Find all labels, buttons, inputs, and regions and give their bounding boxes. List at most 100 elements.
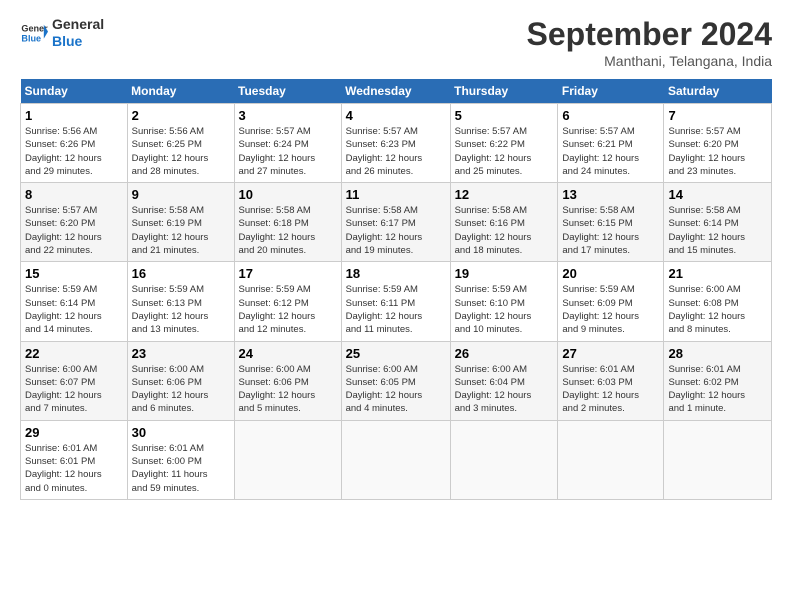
calendar-day: 21 Sunrise: 6:00 AMSunset: 6:08 PMDayligh… (664, 262, 772, 341)
calendar-day: 20Sunrise: 5:59 AMSunset: 6:09 PMDayligh… (558, 262, 664, 341)
day-info: Sunrise: 5:57 AMSunset: 6:23 PMDaylight:… (346, 125, 446, 178)
day-number: 11 (346, 187, 446, 202)
title-block: September 2024 Manthani, Telangana, Indi… (527, 16, 772, 69)
header-friday: Friday (558, 79, 664, 104)
day-number: 21 (668, 266, 767, 281)
logo: General Blue General Blue (20, 16, 104, 50)
day-number: 17 (239, 266, 337, 281)
day-info: Sunrise: 6:00 AMSunset: 6:06 PMDaylight:… (239, 363, 337, 416)
day-number: 8 (25, 187, 123, 202)
logo-line2: Blue (52, 33, 104, 50)
day-number: 14 (668, 187, 767, 202)
calendar-week-5: 29Sunrise: 6:01 AMSunset: 6:01 PMDayligh… (21, 420, 772, 499)
month-title: September 2024 (527, 16, 772, 53)
location-subtitle: Manthani, Telangana, India (527, 53, 772, 69)
calendar-day: 15 Sunrise: 5:59 AMSunset: 6:14 PMDayligh… (21, 262, 128, 341)
calendar-day (450, 420, 558, 499)
day-number: 10 (239, 187, 337, 202)
calendar-day: 2Sunrise: 5:56 AMSunset: 6:25 PMDaylight… (127, 104, 234, 183)
day-info: Sunrise: 5:58 AMSunset: 6:16 PMDaylight:… (455, 204, 554, 257)
day-number: 12 (455, 187, 554, 202)
calendar-day: 6 Sunrise: 5:57 AMSunset: 6:21 PMDaylight… (558, 104, 664, 183)
day-number: 23 (132, 346, 230, 361)
day-info: Sunrise: 6:01 AMSunset: 6:03 PMDaylight:… (562, 363, 659, 416)
day-info: Sunrise: 5:59 AMSunset: 6:09 PMDaylight:… (562, 283, 659, 336)
day-number: 18 (346, 266, 446, 281)
header-monday: Monday (127, 79, 234, 104)
calendar-day: 13 Sunrise: 5:58 AMSunset: 6:15 PMDayligh… (558, 183, 664, 262)
calendar-day: 28 Sunrise: 6:01 AMSunset: 6:02 PMDayligh… (664, 341, 772, 420)
calendar-day: 5 Sunrise: 5:57 AMSunset: 6:22 PMDaylight… (450, 104, 558, 183)
day-info: Sunrise: 6:00 AMSunset: 6:07 PMDaylight:… (25, 363, 123, 416)
day-info: Sunrise: 5:59 AMSunset: 6:14 PMDaylight:… (25, 283, 123, 336)
day-number: 25 (346, 346, 446, 361)
day-number: 22 (25, 346, 123, 361)
calendar-day (664, 420, 772, 499)
calendar-day: 19 Sunrise: 5:59 AMSunset: 6:10 PMDayligh… (450, 262, 558, 341)
calendar-day: 18 Sunrise: 5:59 AMSunset: 6:11 PMDayligh… (341, 262, 450, 341)
day-info: Sunrise: 5:58 AMSunset: 6:15 PMDaylight:… (562, 204, 659, 257)
day-number: 26 (455, 346, 554, 361)
day-info: Sunrise: 5:59 AMSunset: 6:12 PMDaylight:… (239, 283, 337, 336)
day-number: 5 (455, 108, 554, 123)
calendar-day: 11 Sunrise: 5:58 AMSunset: 6:17 PMDayligh… (341, 183, 450, 262)
day-info: Sunrise: 5:58 AMSunset: 6:17 PMDaylight:… (346, 204, 446, 257)
day-number: 3 (239, 108, 337, 123)
day-number: 1 (25, 108, 123, 123)
day-number: 13 (562, 187, 659, 202)
day-info: Sunrise: 5:59 AMSunset: 6:10 PMDaylight:… (455, 283, 554, 336)
day-number: 2 (132, 108, 230, 123)
day-number: 19 (455, 266, 554, 281)
day-info: Sunrise: 5:57 AMSunset: 6:20 PMDaylight:… (25, 204, 123, 257)
day-info: Sunrise: 6:01 AMSunset: 6:00 PMDaylight:… (132, 442, 230, 495)
day-info: Sunrise: 6:00 AMSunset: 6:06 PMDaylight:… (132, 363, 230, 416)
day-number: 30 (132, 425, 230, 440)
header-saturday: Saturday (664, 79, 772, 104)
day-number: 15 (25, 266, 123, 281)
day-info: Sunrise: 5:57 AMSunset: 6:24 PMDaylight:… (239, 125, 337, 178)
header-wednesday: Wednesday (341, 79, 450, 104)
day-number: 29 (25, 425, 123, 440)
calendar-day: 25 Sunrise: 6:00 AMSunset: 6:05 PMDayligh… (341, 341, 450, 420)
header: General Blue General Blue September 2024… (20, 16, 772, 69)
day-info: Sunrise: 5:58 AMSunset: 6:19 PMDaylight:… (132, 204, 230, 257)
day-number: 9 (132, 187, 230, 202)
day-number: 24 (239, 346, 337, 361)
day-info: Sunrise: 6:00 AMSunset: 6:05 PMDaylight:… (346, 363, 446, 416)
day-info: Sunrise: 6:00 AMSunset: 6:08 PMDaylight:… (668, 283, 767, 336)
page: General Blue General Blue September 2024… (0, 0, 792, 516)
day-info: Sunrise: 5:57 AMSunset: 6:22 PMDaylight:… (455, 125, 554, 178)
calendar-week-3: 15 Sunrise: 5:59 AMSunset: 6:14 PMDayligh… (21, 262, 772, 341)
day-number: 6 (562, 108, 659, 123)
calendar-week-4: 22 Sunrise: 6:00 AMSunset: 6:07 PMDayligh… (21, 341, 772, 420)
day-number: 16 (132, 266, 230, 281)
day-info: Sunrise: 5:59 AMSunset: 6:13 PMDaylight:… (132, 283, 230, 336)
day-info: Sunrise: 6:01 AMSunset: 6:02 PMDaylight:… (668, 363, 767, 416)
calendar-day: 16 Sunrise: 5:59 AMSunset: 6:13 PMDayligh… (127, 262, 234, 341)
calendar-day: 4 Sunrise: 5:57 AMSunset: 6:23 PMDaylight… (341, 104, 450, 183)
calendar-header-row: SundayMondayTuesdayWednesdayThursdayFrid… (21, 79, 772, 104)
day-info: Sunrise: 5:57 AMSunset: 6:21 PMDaylight:… (562, 125, 659, 178)
day-info: Sunrise: 5:59 AMSunset: 6:11 PMDaylight:… (346, 283, 446, 336)
calendar-day: 1 Sunrise: 5:56 AMSunset: 6:26 PMDaylight… (21, 104, 128, 183)
calendar-day: 7 Sunrise: 5:57 AMSunset: 6:20 PMDaylight… (664, 104, 772, 183)
day-number: 28 (668, 346, 767, 361)
calendar-day: 8 Sunrise: 5:57 AMSunset: 6:20 PMDaylight… (21, 183, 128, 262)
day-number: 7 (668, 108, 767, 123)
calendar-day: 30 Sunrise: 6:01 AMSunset: 6:00 PMDayligh… (127, 420, 234, 499)
calendar-day: 10Sunrise: 5:58 AMSunset: 6:18 PMDayligh… (234, 183, 341, 262)
calendar-day: 27Sunrise: 6:01 AMSunset: 6:03 PMDayligh… (558, 341, 664, 420)
calendar-day: 14Sunrise: 5:58 AMSunset: 6:14 PMDayligh… (664, 183, 772, 262)
calendar-day: 24 Sunrise: 6:00 AMSunset: 6:06 PMDayligh… (234, 341, 341, 420)
svg-text:Blue: Blue (21, 33, 41, 43)
calendar-week-2: 8 Sunrise: 5:57 AMSunset: 6:20 PMDaylight… (21, 183, 772, 262)
day-info: Sunrise: 5:56 AMSunset: 6:26 PMDaylight:… (25, 125, 123, 178)
calendar-day (341, 420, 450, 499)
day-info: Sunrise: 5:57 AMSunset: 6:20 PMDaylight:… (668, 125, 767, 178)
calendar-table: SundayMondayTuesdayWednesdayThursdayFrid… (20, 79, 772, 500)
calendar-day: 3 Sunrise: 5:57 AMSunset: 6:24 PMDaylight… (234, 104, 341, 183)
calendar-day: 12 Sunrise: 5:58 AMSunset: 6:16 PMDayligh… (450, 183, 558, 262)
header-thursday: Thursday (450, 79, 558, 104)
calendar-day: 26Sunrise: 6:00 AMSunset: 6:04 PMDayligh… (450, 341, 558, 420)
day-number: 4 (346, 108, 446, 123)
